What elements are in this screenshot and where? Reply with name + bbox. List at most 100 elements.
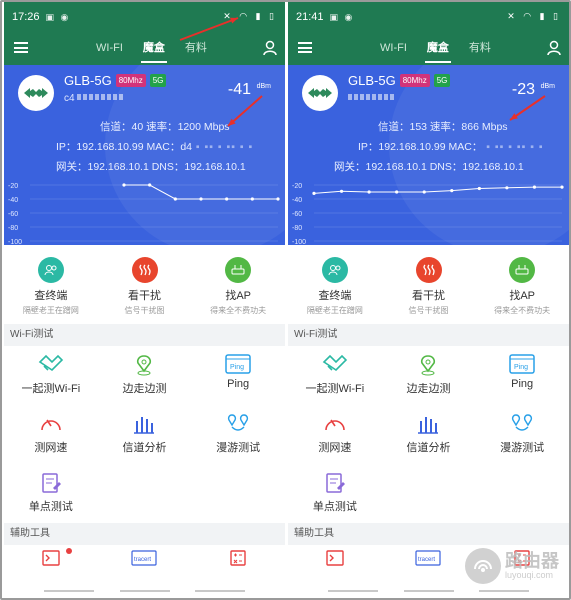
- signal-point: [173, 197, 177, 201]
- tool-roaming-test[interactable]: 漫游测试: [475, 405, 569, 464]
- menu-icon[interactable]: [14, 42, 28, 53]
- ping-icon: Ping: [225, 354, 251, 374]
- router-logo-icon: [302, 75, 338, 111]
- aux-tools-row: tracert: [4, 545, 285, 575]
- svg-text:Ping: Ping: [514, 364, 528, 371]
- tool-channel-analysis[interactable]: 信道分析: [98, 405, 192, 464]
- status-bar: 21:41 ▣ ◉ ✕ ◠ ▮ ▯: [288, 2, 569, 32]
- tab-wifi[interactable]: WI-FI: [86, 32, 133, 65]
- document-edit-icon: [326, 473, 345, 493]
- tool-speed-test[interactable]: 测网速: [288, 405, 382, 464]
- menu-icon[interactable]: [298, 42, 312, 53]
- status-bar: 17:26 ▣ ◉ ✕ ◠ ▮ ▯: [4, 2, 285, 32]
- wifi-info-panel: GLB-5G 80Mhz 5G -23 dBm 信道：153 速率：866 Mb…: [288, 65, 569, 245]
- tool-roaming-test[interactable]: 漫游测试: [191, 405, 285, 464]
- tool-single-point-test[interactable]: 单点测试: [4, 464, 98, 523]
- handshake-icon: [38, 354, 63, 372]
- tool-speed-test[interactable]: 测网速: [4, 405, 98, 464]
- tool-terminal[interactable]: [4, 545, 98, 575]
- gesture-bar: [44, 590, 245, 592]
- tab-youliao[interactable]: 有料: [175, 32, 217, 65]
- signal-point: [122, 183, 126, 187]
- watermark-logo-icon: [465, 548, 501, 584]
- system-icons: ✕ ◠ ▮ ▯: [223, 11, 277, 21]
- signal-point: [367, 190, 371, 194]
- main-tabs: WI-FI 魔盒 有料: [370, 32, 501, 65]
- section-aux-tools: 辅助工具: [4, 523, 285, 545]
- tool-label: Ping: [511, 378, 534, 390]
- notification-icons: ▣ ◉: [45, 11, 71, 22]
- people-icon: [321, 257, 348, 283]
- tool-find-devices[interactable]: 查终端 隔壁老王在蹭网: [288, 249, 382, 324]
- signal-point: [250, 197, 254, 201]
- wifi-tools-grid: 一起测Wi-Fi 边走边测 Ping Ping 测网速 信道分析 漫游测试 单点…: [288, 346, 569, 523]
- gateway-dns: 网关：192.168.10.1 DNS：192.168.10.1: [334, 161, 524, 173]
- rssi-value: -23: [511, 81, 535, 98]
- band-badge: 5G: [433, 74, 451, 87]
- tool-interference[interactable]: 看干扰 信号干扰图: [98, 249, 192, 324]
- y-tick-label: -40: [292, 197, 302, 204]
- roaming-pins-icon: [512, 414, 533, 431]
- signal-point: [395, 190, 399, 194]
- document-edit-icon: [42, 473, 61, 493]
- tool-tracert[interactable]: tracert: [98, 545, 192, 575]
- signal-point: [422, 190, 426, 194]
- tracert-icon: tracert: [415, 550, 442, 566]
- gesture-bar: [328, 590, 529, 592]
- tool-terminal[interactable]: [288, 545, 382, 575]
- channel-rate: 信道：40 速率：1200 Mbps: [100, 121, 230, 133]
- tool-ping[interactable]: Ping Ping: [191, 346, 285, 405]
- svg-text:tracert: tracert: [418, 557, 435, 563]
- section-aux-tools: 辅助工具: [288, 523, 569, 545]
- ssid-row: GLB-5G 80Mhz 5G: [64, 73, 167, 88]
- tool-label: 看干扰: [128, 290, 161, 302]
- tool-find-devices[interactable]: 查终端 隔壁老王在蹭网: [4, 249, 98, 324]
- tool-walk-test[interactable]: 边走边测: [382, 346, 476, 405]
- tool-ping[interactable]: Ping Ping: [475, 346, 569, 405]
- tool-tracert[interactable]: tracert: [382, 545, 476, 575]
- svg-text:Ping: Ping: [230, 364, 244, 371]
- signal-chart: -20 -40 -60 -80 -100: [292, 183, 564, 245]
- calculator-icon: [230, 550, 246, 566]
- heat-icon: [131, 257, 158, 283]
- tab-mohe[interactable]: 魔盒: [417, 32, 459, 65]
- tools-panel: 查终端 隔壁老王在蹭网 看干扰 信号干扰图 找AP 得来全不费功夫 Wi-Fi测…: [288, 245, 569, 592]
- signal-point: [505, 186, 509, 190]
- tool-sub: 得来全不费功夫: [210, 306, 267, 315]
- signal-point: [532, 185, 537, 189]
- signal-series-line: [313, 186, 562, 194]
- tool-wifi-together[interactable]: 一起测Wi-Fi: [288, 346, 382, 405]
- bar-chart-icon: [134, 417, 155, 434]
- top-bar: WI-FI 魔盒 有料: [4, 32, 285, 65]
- router-icon: [225, 257, 252, 283]
- tool-label: 漫游测试: [216, 442, 261, 454]
- tool-interference[interactable]: 看干扰 信号干扰图: [382, 249, 476, 324]
- user-icon[interactable]: [547, 40, 561, 56]
- bssid-blurred: c4: [64, 93, 125, 104]
- tab-wifi[interactable]: WI-FI: [370, 32, 417, 65]
- tab-mohe[interactable]: 魔盒: [133, 32, 175, 65]
- gateway-dns: 网关：192.168.10.1 DNS：192.168.10.1: [56, 161, 246, 173]
- tool-sub: 信号干扰图: [124, 306, 165, 315]
- wifi-info-panel: GLB-5G 80Mhz 5G c4 -41 dBm 信道：40 速率：1200…: [4, 65, 285, 245]
- tool-label: 找AP: [509, 290, 536, 302]
- tab-youliao[interactable]: 有料: [459, 32, 501, 65]
- handshake-icon: [322, 354, 347, 372]
- user-icon[interactable]: [263, 40, 277, 56]
- tool-walk-test[interactable]: 边走边测: [98, 346, 192, 405]
- ip-mac: IP：192.168.10.99 MAC： ▪ ▪▪ ▪ ▪▪ ▪ ▪: [358, 141, 544, 153]
- tool-channel-analysis[interactable]: 信道分析: [382, 405, 476, 464]
- signal-point: [276, 197, 280, 201]
- tool-wifi-together[interactable]: 一起测Wi-Fi: [4, 346, 98, 405]
- tool-calculator[interactable]: [191, 545, 285, 575]
- main-tabs: WI-FI 魔盒 有料: [86, 32, 217, 65]
- y-tick-label: -20: [292, 183, 302, 190]
- status-time: 17:26: [12, 11, 40, 23]
- y-tick-label: -100: [292, 239, 306, 245]
- signal-chart: -20 -40 -60 -80 -100: [8, 183, 280, 245]
- tool-label: 漫游测试: [500, 442, 545, 454]
- rssi-unit: dBm: [256, 83, 271, 90]
- tool-find-ap[interactable]: 找AP 得来全不费功夫: [475, 249, 569, 324]
- tool-find-ap[interactable]: 找AP 得来全不费功夫: [191, 249, 285, 324]
- tool-single-point-test[interactable]: 单点测试: [288, 464, 382, 523]
